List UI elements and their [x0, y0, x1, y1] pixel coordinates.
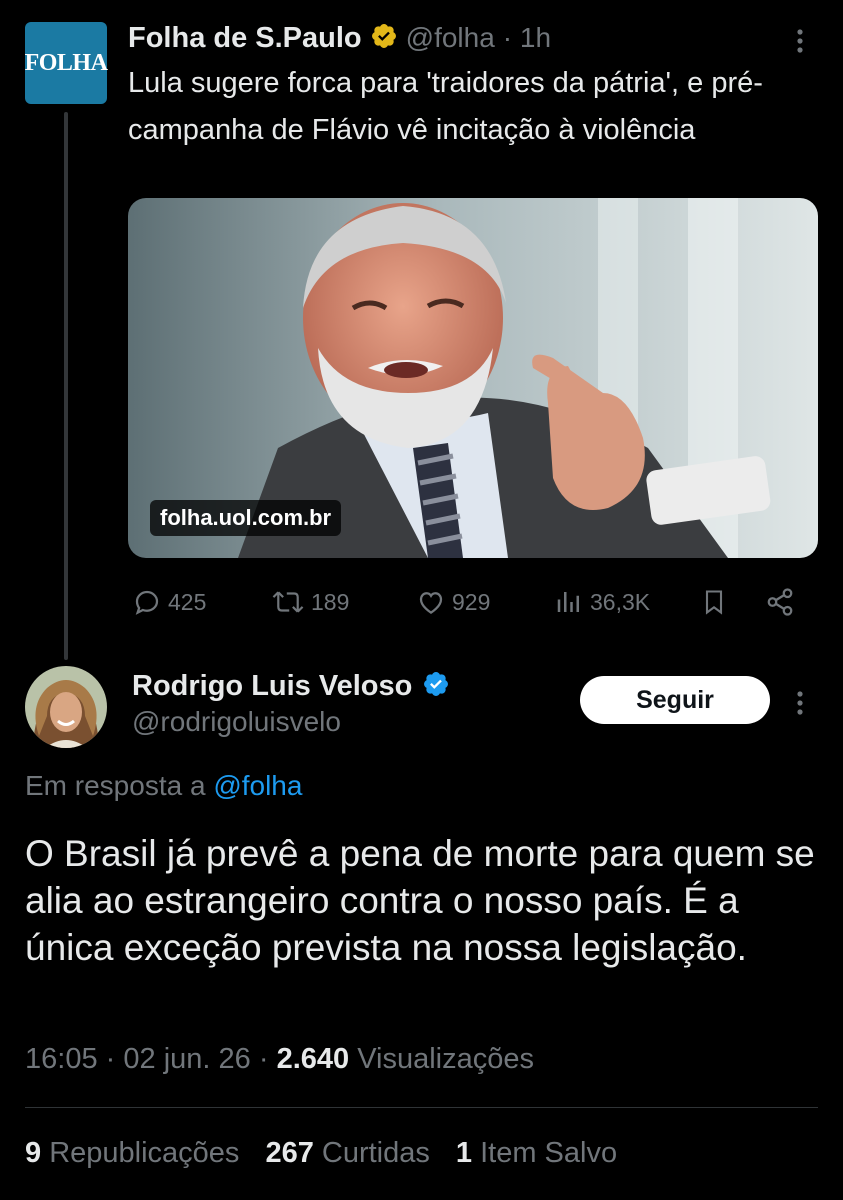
likes-label: Curtidas: [321, 1137, 430, 1169]
saved-label: Item Salvo: [480, 1137, 618, 1169]
blue-verified-badge-icon[interactable]: [422, 670, 450, 703]
gold-verified-badge-icon[interactable]: [370, 22, 398, 55]
folha-logo-text: FOLHA: [24, 49, 108, 76]
follow-button[interactable]: Seguir: [580, 676, 770, 724]
reply-icon: [132, 587, 162, 617]
like-button[interactable]: 929: [416, 582, 490, 622]
saved-count: 1: [455, 1137, 473, 1169]
reply-context-handle-link[interactable]: @folha: [213, 770, 302, 801]
reply-button[interactable]: 425: [132, 582, 206, 622]
reposts-stat[interactable]: 9 Republicações: [25, 1137, 239, 1170]
parent-tweet-time[interactable]: · 1h: [503, 22, 551, 54]
retweet-button[interactable]: 189: [271, 582, 349, 622]
tweet-time[interactable]: 16:05: [25, 1043, 98, 1075]
retweet-count: 189: [311, 588, 350, 615]
avatar[interactable]: [25, 666, 107, 748]
folha-avatar[interactable]: FOLHA: [24, 22, 108, 104]
views-total: 2.640: [276, 1043, 350, 1075]
views-icon: [554, 587, 584, 617]
reply-author-handle[interactable]: @rodrigoluisvelo: [132, 706, 341, 738]
likes-count: 267: [265, 1137, 314, 1169]
like-count: 929: [452, 588, 491, 615]
share-button[interactable]: [764, 582, 796, 622]
saved-stat[interactable]: 1 Item Salvo: [456, 1137, 617, 1170]
parent-author-handle[interactable]: @folha: [406, 22, 495, 54]
retweet-icon: [271, 587, 305, 617]
tweet-date[interactable]: 02 jun. 26: [123, 1043, 250, 1075]
bookmark-button[interactable]: [700, 582, 728, 622]
reply-count: 425: [168, 588, 207, 615]
more-icon[interactable]: [790, 24, 810, 58]
views-count: 36,3K: [590, 588, 651, 615]
meta-separator: ·: [258, 1043, 269, 1075]
engagement-stats: 9 Republicações 267 Curtidas 1 Item Salv…: [25, 1137, 617, 1170]
likes-stat[interactable]: 267 Curtidas: [265, 1137, 429, 1170]
more-icon[interactable]: [790, 686, 810, 720]
like-icon: [416, 587, 446, 617]
reply-author-name[interactable]: Rodrigo Luis Veloso: [132, 670, 412, 703]
divider: [25, 1107, 818, 1108]
reply-context: Em resposta a @folha: [25, 770, 302, 802]
views-label: Visualizações: [357, 1043, 534, 1075]
parent-tweet-text: Lula sugere forca para 'traidores da pát…: [128, 67, 763, 146]
reply-context-prefix: Em resposta a: [25, 770, 206, 801]
views-button[interactable]: 36,3K: [554, 582, 650, 622]
reposts-count: 9: [25, 1137, 42, 1169]
thread-connector-line: [64, 112, 68, 660]
reply-author-row: Rodrigo Luis Veloso: [132, 666, 450, 706]
share-icon: [764, 587, 796, 617]
reply-tweet-text: O Brasil já prevê a pena de morte para q…: [25, 833, 815, 968]
parent-author-name[interactable]: Folha de S.Paulo: [128, 22, 362, 55]
parent-tweet-actions: 425 189 929 36,3K: [128, 582, 818, 622]
meta-separator: ·: [105, 1043, 116, 1075]
bookmark-icon: [700, 587, 728, 617]
parent-tweet-header: Folha de S.Paulo @folha · 1h: [128, 18, 551, 58]
link-domain-badge[interactable]: folha.uol.com.br: [150, 500, 342, 536]
reposts-label: Republicações: [49, 1137, 240, 1169]
tweet-timestamp-meta: 16:05 · 02 jun. 26 · 2.640 Visualizações: [25, 1043, 534, 1076]
